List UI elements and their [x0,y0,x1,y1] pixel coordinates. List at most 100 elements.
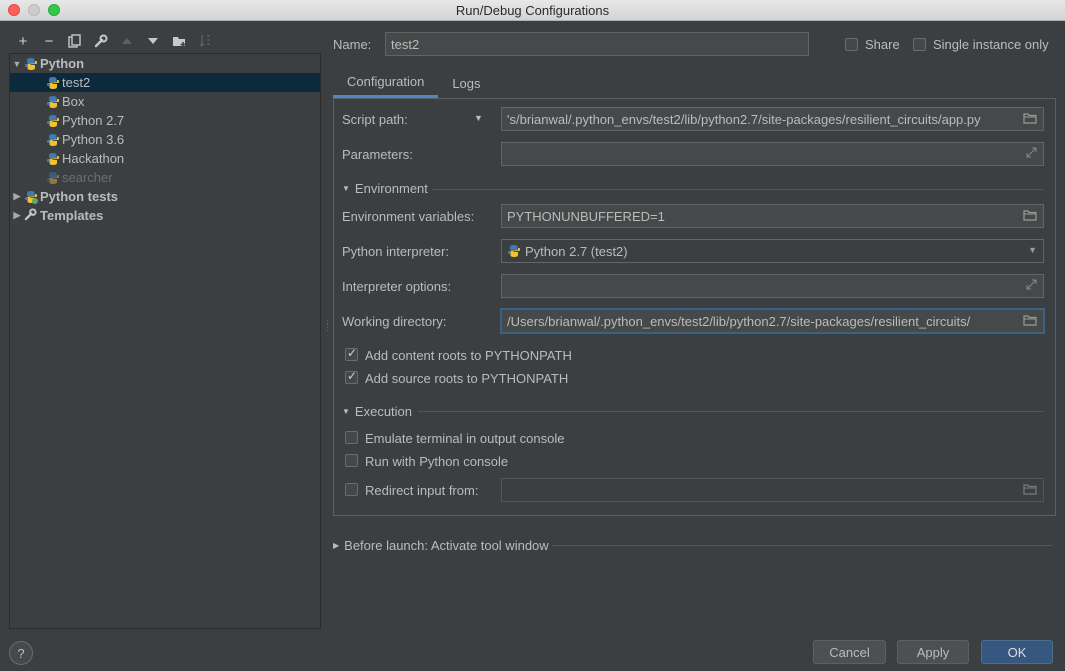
execution-section-title: Execution [354,404,413,419]
maximize-window-button[interactable] [48,4,60,16]
python-icon [46,133,60,147]
run-with-console-label: Run with Python console [365,454,509,469]
config-tabs: Configuration Logs [333,70,495,98]
folder-icon[interactable] [1023,112,1037,127]
python-icon [46,76,60,90]
single-instance-label: Single instance only [933,37,1049,52]
python-icon [46,114,60,128]
interpreter-options-input[interactable] [501,274,1044,298]
tree-item-label: Python 3.6 [62,132,125,147]
minimize-window-button[interactable] [28,4,40,16]
section-divider [418,411,1043,412]
tree-item-label: Hackathon [62,151,125,166]
ok-button[interactable]: OK [981,640,1053,664]
expanded-arrow-icon: ▼ [342,184,350,193]
section-divider [552,545,1052,546]
working-dir-input[interactable]: /Users/brianwal/.python_envs/test2/lib/p… [500,308,1045,334]
sort-icon[interactable] [194,30,216,52]
emulate-terminal-label: Emulate terminal in output console [365,431,565,446]
script-path-input[interactable]: 's/brianwal/.python_envs/test2/lib/pytho… [501,107,1044,131]
tree-node-python-tests[interactable]: ▶ Python tests [10,187,320,206]
copy-icon[interactable] [64,30,86,52]
share-checkbox[interactable] [845,38,858,51]
script-path-dropdown-icon[interactable]: ▼ [474,113,483,123]
tree-node-templates[interactable]: ▶ Templates [10,206,320,225]
tree-item-python-2-7[interactable]: Python 2.7 [10,111,320,130]
interpreter-select[interactable]: Python 2.7 (test2) ▼ [501,239,1044,263]
tree-node-python[interactable]: ▼ Python [10,54,320,73]
python-icon [24,57,38,71]
redirect-input-checkbox[interactable] [345,483,358,496]
emulate-terminal-checkbox[interactable] [345,431,358,444]
tree-item-label: Python 2.7 [62,113,125,128]
env-vars-value: PYTHONUNBUFFERED=1 [507,208,665,224]
remove-icon[interactable]: − [38,30,60,52]
chevron-down-icon[interactable]: ▼ [1028,245,1037,255]
working-dir-label: Working directory: [342,314,447,329]
expand-icon[interactable] [1026,279,1037,293]
tree-label-python-tests: Python tests [40,189,119,204]
tree-item-test2[interactable]: test2 [10,73,320,92]
interpreter-label: Python interpreter: [342,244,449,259]
interpreter-value: Python 2.7 (test2) [525,243,628,259]
tree-label-python: Python [40,56,85,71]
environment-section-header[interactable]: ▼ Environment [342,181,428,196]
python-icon [46,95,60,109]
add-source-roots-label: Add source roots to PYTHONPATH [365,371,569,386]
folder-icon[interactable] [1023,483,1037,498]
parameters-input[interactable] [501,142,1044,166]
tree-label-templates: Templates [40,208,104,223]
execution-section-header[interactable]: ▼ Execution [342,404,412,419]
folder-icon[interactable] [1023,209,1037,224]
help-button[interactable]: ? [9,641,33,665]
before-launch-title: Before launch: Activate tool window [344,538,549,553]
name-input[interactable]: test2 [385,32,809,56]
env-vars-label: Environment variables: [342,209,475,224]
collapsed-arrow-icon[interactable]: ▶ [10,210,24,221]
tree-item-label: Box [62,94,85,109]
collapsed-arrow-icon: ▶ [333,541,340,550]
expanded-arrow-icon[interactable]: ▼ [10,59,24,69]
python-icon [507,244,521,258]
folder-add-icon[interactable] [168,30,190,52]
window-controls [8,4,60,16]
add-icon[interactable]: + [12,30,34,52]
tree-item-label: searcher [62,170,113,185]
python-tests-icon [24,190,38,204]
run-with-console-checkbox[interactable] [345,454,358,467]
interpreter-options-label: Interpreter options: [342,279,452,294]
tree-toolbar: + − [12,30,216,52]
tree-item-box[interactable]: Box [10,92,320,111]
splitter-handle[interactable]: ⋮ ⋮ [323,320,332,332]
apply-button[interactable]: Apply [897,640,969,664]
cancel-button[interactable]: Cancel [813,640,886,664]
redirect-input-label: Redirect input from: [365,483,479,498]
working-dir-value: /Users/brianwal/.python_envs/test2/lib/p… [507,313,971,329]
add-content-roots-checkbox[interactable] [345,346,358,361]
wrench-icon [24,207,40,224]
environment-section-title: Environment [354,181,428,196]
tab-logs[interactable]: Logs [438,70,494,98]
expand-icon[interactable] [1026,147,1037,161]
move-down-icon[interactable] [142,30,164,52]
section-divider [432,189,1043,190]
close-window-button[interactable] [8,4,20,16]
collapsed-arrow-icon[interactable]: ▶ [10,191,24,202]
python-icon [46,152,60,166]
configurations-tree: ▼ Python test2 Box Python 2.7 Python 3.6… [9,53,321,629]
tree-item-python-3-6[interactable]: Python 3.6 [10,130,320,149]
tree-item-hackathon[interactable]: Hackathon [10,149,320,168]
script-path-value: 's/brianwal/.python_envs/test2/lib/pytho… [507,111,981,127]
env-vars-input[interactable]: PYTHONUNBUFFERED=1 [501,204,1044,228]
add-source-roots-checkbox[interactable] [345,369,358,384]
wrench-icon[interactable] [90,30,112,52]
redirect-input-field[interactable] [501,478,1044,502]
move-up-icon[interactable] [116,30,138,52]
before-launch-header[interactable]: ▶ Before launch: Activate tool window [333,538,549,553]
tree-item-searcher[interactable]: searcher [10,168,320,187]
single-instance-checkbox[interactable] [913,38,926,51]
folder-icon[interactable] [1023,314,1037,329]
expanded-arrow-icon: ▼ [342,407,350,416]
name-input-value: test2 [391,36,420,52]
tab-configuration[interactable]: Configuration [333,70,439,98]
